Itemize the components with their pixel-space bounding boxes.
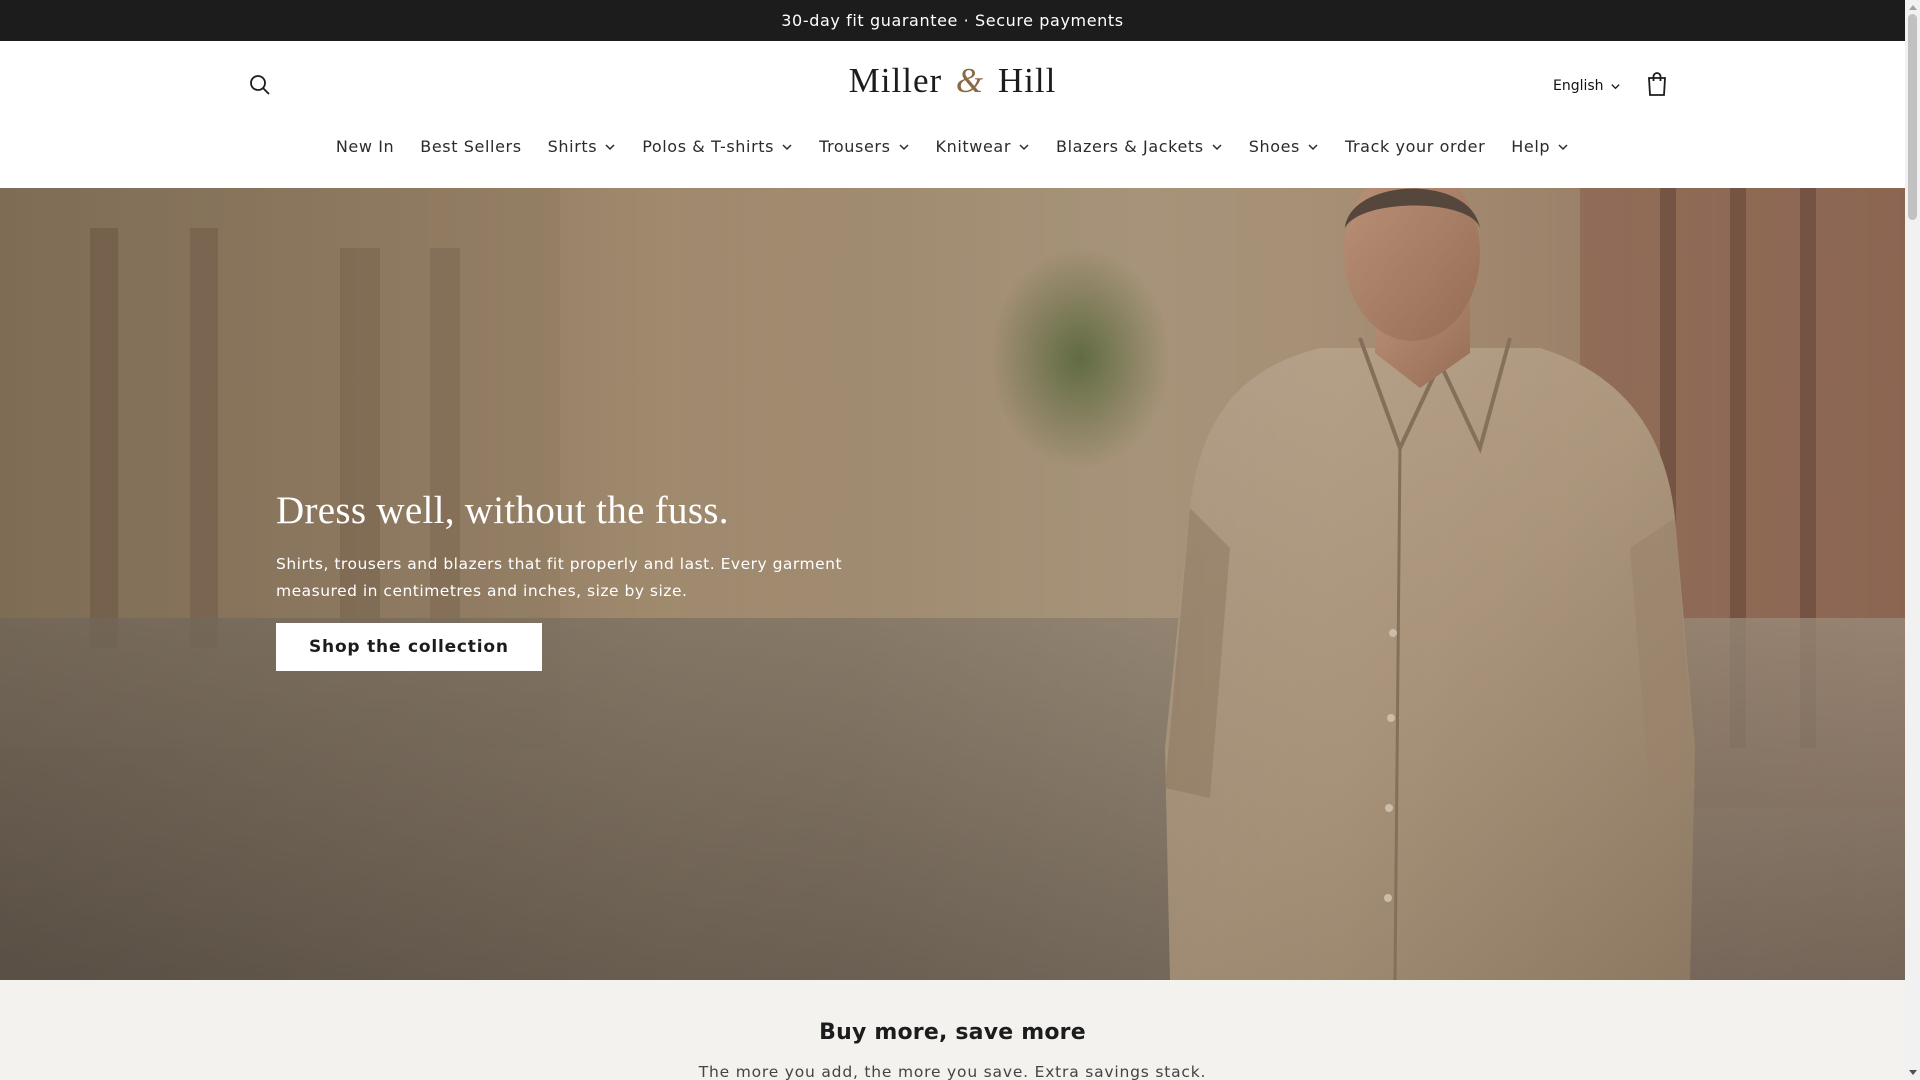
chevron-down-icon (782, 143, 792, 150)
language-selector[interactable]: English (1553, 74, 1621, 98)
nav-item-best-sellers[interactable]: Best Sellers (407, 131, 534, 162)
nav-item-shoes[interactable]: Shoes (1236, 131, 1332, 162)
caret-down-icon (1908, 1070, 1917, 1075)
nav-item-label: New In (335, 137, 395, 156)
caret-up-icon (1908, 5, 1917, 10)
scroll-thumb[interactable] (1908, 14, 1917, 220)
nav-item-track-order[interactable]: Track your order (1332, 131, 1498, 162)
search-icon (250, 75, 270, 95)
nav-item-label: Knitwear (935, 137, 1012, 156)
chevron-down-icon (1308, 143, 1318, 150)
search-button[interactable] (242, 67, 278, 103)
shop-collection-button[interactable]: Shop the collection (276, 623, 542, 671)
chevron-down-icon (899, 143, 909, 150)
site-logo[interactable]: Miller & Hill (849, 61, 1057, 101)
hero-banner: Dress well, without the fuss. Shirts, tr… (0, 188, 1905, 980)
page-scrollbar[interactable] (1905, 0, 1920, 1080)
site-header: Miller & Hill English New In Best Seller… (0, 41, 1905, 188)
nav-item-help[interactable]: Help (1498, 131, 1582, 162)
logo-word-1: Miller (848, 61, 943, 100)
nav-item-knitwear[interactable]: Knitwear (923, 131, 1043, 162)
main-nav: New In Best Sellers Shirts Polos & T-shi… (0, 131, 1905, 162)
nav-item-label: Shirts (547, 137, 598, 156)
buy-more-save-more-section: Buy more, save more The more you add, th… (0, 980, 1905, 1080)
nav-item-label: Track your order (1344, 137, 1486, 156)
section-subtitle: The more you add, the more you save. Ext… (698, 1063, 1207, 1080)
chevron-down-icon (1212, 143, 1222, 150)
shopping-bag-icon (1648, 72, 1666, 96)
scroll-up-arrow[interactable] (1905, 0, 1920, 14)
chevron-down-icon (1019, 143, 1029, 150)
hero-description: Shirts, trousers and blazers that fit pr… (276, 555, 843, 600)
nav-item-label: Trousers (819, 137, 891, 156)
nav-item-label: Shoes (1248, 137, 1300, 156)
nav-item-label: Polos & T-shirts (642, 137, 775, 156)
nav-item-new-in[interactable]: New In (323, 131, 407, 162)
logo-word-2: Hill (997, 61, 1057, 100)
announcement-text: 30-day fit guarantee · Secure payments (781, 11, 1124, 30)
chevron-down-icon (605, 143, 615, 150)
scroll-down-arrow[interactable] (1905, 1066, 1920, 1080)
nav-item-polos-tshirts[interactable]: Polos & T-shirts (629, 131, 806, 162)
logo-ampersand: & (955, 61, 985, 100)
section-title: Buy more, save more (819, 1020, 1086, 1045)
nav-item-label: Help (1511, 137, 1551, 156)
cart-button[interactable] (1640, 67, 1674, 101)
nav-item-label: Blazers & Jackets (1056, 137, 1204, 156)
chevron-down-icon (1558, 143, 1568, 150)
chevron-down-icon (1610, 83, 1620, 89)
nav-item-trousers[interactable]: Trousers (806, 131, 922, 162)
language-label: English (1553, 78, 1604, 94)
page: 30-day fit guarantee · Secure payments M… (0, 0, 1920, 1080)
announcement-bar: 30-day fit guarantee · Secure payments (0, 0, 1905, 41)
hero-content: Dress well, without the fuss. Shirts, tr… (276, 488, 936, 671)
nav-item-blazers-jackets[interactable]: Blazers & Jackets (1043, 131, 1236, 162)
nav-item-shirts[interactable]: Shirts (535, 131, 630, 162)
nav-item-label: Best Sellers (420, 137, 522, 156)
hero-title: Dress well, without the fuss. (276, 489, 729, 532)
